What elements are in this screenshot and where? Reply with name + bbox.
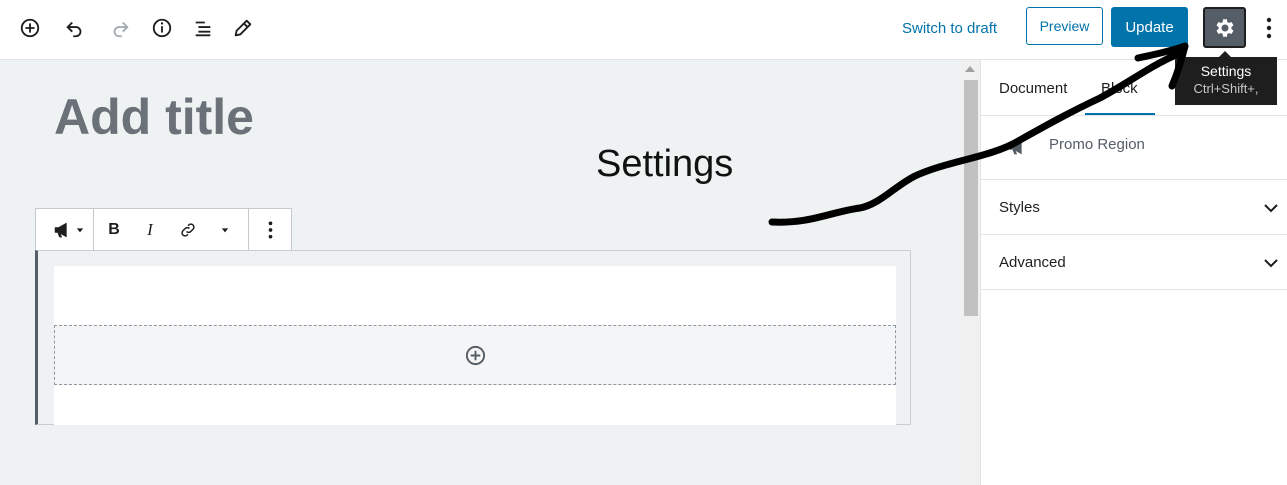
italic-button[interactable]: I [136,209,164,250]
block-card-title: Promo Region [1049,136,1145,153]
add-block-icon [465,345,485,365]
switch-to-draft-link[interactable]: Switch to draft [902,20,997,37]
block-switcher-button[interactable] [44,209,92,250]
chevron-down-icon[interactable] [1263,255,1279,271]
editor-header: Switch to draft Preview Update [0,0,1287,60]
caret-down-icon [76,227,84,232]
preview-button[interactable]: Preview [1026,7,1103,45]
megaphone-icon [1009,139,1022,155]
outline-icon[interactable] [189,14,217,42]
bold-button[interactable]: B [100,209,128,250]
scroll-up-arrow-icon[interactable] [965,66,975,72]
panel-advanced-toggle[interactable]: Advanced [999,254,1066,271]
panel-styles-toggle[interactable]: Styles [999,199,1040,216]
divider [981,234,1287,235]
gear-icon [1216,18,1233,37]
chevron-down-icon[interactable] [1263,200,1279,216]
link-button[interactable] [174,209,202,250]
toolbar-divider [248,209,249,250]
scrollbar-thumb[interactable] [964,80,978,316]
link-icon [181,222,195,237]
block-more-options-button[interactable] [256,209,284,250]
post-title-input[interactable]: Add title [54,88,254,146]
tooltip-shortcut: Ctrl+Shift+, [1193,81,1259,96]
settings-button[interactable] [1203,7,1246,48]
more-options-button[interactable] [1258,14,1280,42]
divider [981,115,1287,116]
redo-icon[interactable] [106,14,134,42]
settings-sidebar: Document Block Promo Region Styles Advan… [980,60,1287,485]
more-rich-text-button[interactable] [212,209,238,250]
vertical-ellipsis-icon [268,221,272,238]
divider [981,289,1287,290]
toolbar-divider [93,209,94,250]
divider [981,179,1287,180]
tab-document[interactable]: Document [999,80,1067,97]
update-button[interactable]: Update [1111,7,1188,47]
settings-tooltip: Settings Ctrl+Shift+, [1175,57,1277,105]
annotation-text: Settings [596,143,734,185]
vertical-ellipsis-icon [1266,17,1272,39]
add-block-icon[interactable] [16,14,44,42]
megaphone-icon [54,222,67,237]
undo-icon[interactable] [61,14,89,42]
caret-down-icon [221,227,229,232]
tools-pencil-icon[interactable] [229,14,257,42]
tab-block[interactable]: Block [1101,80,1138,97]
block-appender[interactable] [54,325,896,385]
info-icon[interactable] [148,14,176,42]
tooltip-title: Settings [1200,63,1252,79]
block-toolbar: B I [35,208,292,250]
